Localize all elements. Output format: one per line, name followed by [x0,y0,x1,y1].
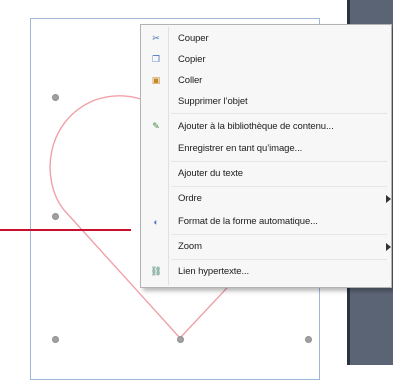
menu-item-order[interactable]: Ordre [143,188,391,209]
menu-item-label: Ordre [178,193,202,204]
menu-item-label: Coller [178,75,203,86]
menu-separator [171,113,387,114]
scissors-icon: ✂ [152,33,160,43]
paste-icon: ▣ [151,75,161,85]
menu-item-label: Ajouter à la bibliothèque de contenu... [178,121,334,132]
menu-item-label: Zoom [178,241,202,252]
menu-item-add-to-library[interactable]: ✎ Ajouter à la bibliothèque de contenu..… [143,116,389,137]
menu-separator [171,186,387,187]
menu-item-add-text[interactable]: Ajouter du texte [143,163,389,184]
menu-item-label: Copier [178,54,206,65]
menu-item-copy[interactable]: ❐ Copier [143,49,389,70]
submenu-arrow-icon [386,242,391,251]
menu-item-label: Couper [178,33,209,44]
selection-handle-left-middle[interactable] [52,213,59,220]
menu-item-delete-object[interactable]: Supprimer l’objet [143,91,389,112]
submenu-arrow-icon [386,194,391,203]
context-menu: ✂ Couper ❐ Copier ▣ Coller Supprimer l’o… [140,24,392,288]
menu-separator [171,259,387,260]
menu-item-zoom[interactable]: Zoom [143,236,391,257]
menu-separator [171,234,387,235]
menu-item-label: Lien hypertexte... [178,266,250,277]
menu-item-hyperlink[interactable]: ⛓ Lien hypertexte... [143,261,389,282]
menu-item-label: Format de la forme automatique... [178,216,318,227]
callout-line [0,229,131,231]
menu-item-format-autoshape[interactable]: ◐ Format de la forme automatique... [143,211,389,232]
menu-item-label: Enregistrer en tant qu’image... [178,143,303,154]
selection-handle-bottom-left[interactable] [52,336,59,343]
library-icon: ✎ [152,121,160,131]
selection-handle-left-top[interactable] [52,94,59,101]
menu-item-save-as-image[interactable]: Enregistrer en tant qu’image... [143,138,389,159]
copy-icon: ❐ [152,54,160,64]
hyperlink-icon: ⛓ [150,266,162,276]
selection-handle-bottom-right[interactable] [305,336,312,343]
format-shape-icon: ◐ [153,216,159,227]
menu-separator [171,161,387,162]
menu-item-label: Ajouter du texte [178,168,243,179]
menu-item-paste[interactable]: ▣ Coller [143,70,389,91]
menu-item-cut[interactable]: ✂ Couper [143,28,389,49]
menu-item-label: Supprimer l’objet [178,96,248,107]
selection-handle-bottom-center[interactable] [177,336,184,343]
